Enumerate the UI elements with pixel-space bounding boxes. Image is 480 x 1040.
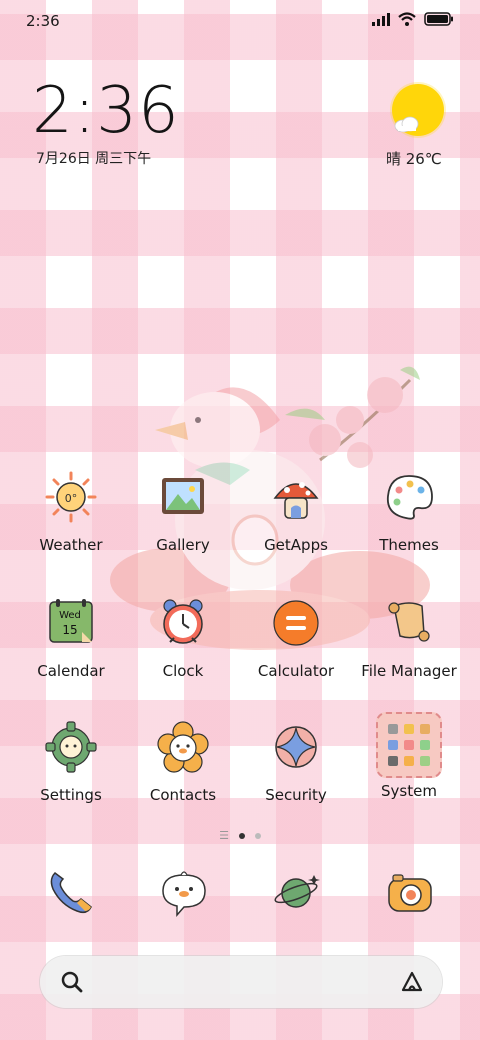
app-label: Weather <box>39 536 103 554</box>
search-bar[interactable] <box>40 956 442 1008</box>
app-file-manager[interactable]: File Manager <box>354 596 464 680</box>
getapps-icon <box>269 470 323 524</box>
app-weather[interactable]: 0° Weather <box>16 470 126 554</box>
app-label: Calendar <box>37 662 105 680</box>
wifi-icon <box>398 12 416 26</box>
folder-system[interactable]: System <box>354 712 464 800</box>
menu-lines-icon[interactable]: ☰ <box>219 829 229 842</box>
cloud-icon <box>394 116 419 132</box>
page-dot[interactable] <box>254 832 261 839</box>
app-label: Themes <box>379 536 439 554</box>
dock-messages[interactable] <box>154 862 214 922</box>
calendar-icon: Wed 15 <box>44 596 98 650</box>
app-label: Security <box>265 786 327 804</box>
dock-camera[interactable] <box>380 862 440 922</box>
weather-icon: 0° <box>44 470 98 524</box>
app-label: File Manager <box>361 662 457 680</box>
clock-icon <box>156 596 210 650</box>
svg-text:Wed: Wed <box>59 610 81 621</box>
app-label: System <box>381 782 437 800</box>
contacts-icon <box>156 720 210 774</box>
signal-icon <box>372 12 390 26</box>
page-indicator[interactable]: ☰ <box>0 829 480 842</box>
dock-browser[interactable] <box>267 862 327 922</box>
app-label: Calculator <box>257 662 335 680</box>
app-label: Contacts <box>149 786 217 804</box>
app-getapps[interactable]: GetApps <box>241 470 351 554</box>
app-contacts[interactable]: Contacts <box>128 720 238 804</box>
voice-assistant-icon[interactable] <box>400 970 424 998</box>
system-folder-icon <box>376 712 442 778</box>
status-icons <box>372 12 454 26</box>
svg-text:0°: 0° <box>65 492 78 505</box>
app-label: Clock <box>162 662 204 680</box>
status-time: 2:36 <box>26 12 60 30</box>
battery-icon <box>424 12 453 26</box>
page-dot[interactable] <box>238 832 245 839</box>
settings-icon <box>44 720 98 774</box>
file-manager-icon <box>382 596 436 650</box>
messages-icon <box>162 871 206 917</box>
svg-text:15: 15 <box>62 623 77 637</box>
app-settings[interactable]: Settings <box>16 720 126 804</box>
themes-icon <box>382 470 436 524</box>
status-bar: 2:36 <box>0 0 480 40</box>
browser-icon <box>274 875 320 908</box>
home-clock[interactable]: 2:36 <box>32 74 180 148</box>
search-icon[interactable] <box>60 970 84 998</box>
app-security[interactable]: Security <box>241 720 351 804</box>
app-calendar[interactable]: Wed 15 Calendar <box>16 596 126 680</box>
calculator-icon <box>269 596 323 650</box>
app-gallery[interactable]: Gallery <box>128 470 238 554</box>
camera-icon <box>388 874 432 912</box>
gallery-icon <box>156 470 210 524</box>
app-label: Gallery <box>156 536 210 554</box>
app-label: Settings <box>40 786 102 804</box>
app-clock[interactable]: Clock <box>128 596 238 680</box>
app-themes[interactable]: Themes <box>354 470 464 554</box>
security-icon <box>269 720 323 774</box>
dock-phone[interactable] <box>40 862 100 922</box>
home-date: 7月26日 周三下午 <box>36 151 152 167</box>
weather-summary: 晴 26℃ <box>386 150 442 168</box>
app-calculator[interactable]: Calculator <box>241 596 351 680</box>
app-label: GetApps <box>264 536 328 554</box>
phone-icon <box>50 872 92 914</box>
